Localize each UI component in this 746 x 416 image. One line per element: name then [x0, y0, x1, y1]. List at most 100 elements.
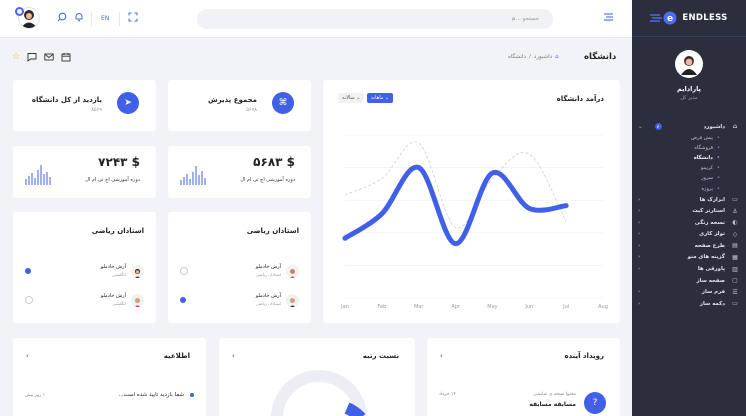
home-icon[interactable]: ⌂	[555, 54, 559, 60]
avatar	[286, 293, 299, 307]
notice-item[interactable]: شما بازدید تایید شده است...	[118, 392, 194, 398]
bell-icon[interactable]	[74, 12, 84, 26]
list-item[interactable]: آرش خادملو انگلیسی	[25, 263, 144, 279]
search-placeholder: جستجو ...	[515, 16, 539, 22]
svg-text:e: e	[667, 14, 673, 24]
radio-button-selected[interactable]	[25, 268, 31, 274]
list-item[interactable]: آرش خادملو انگلیسی	[25, 292, 144, 308]
profile-avatar[interactable]	[675, 50, 703, 78]
chevron-left-icon[interactable]: ‹	[440, 352, 443, 360]
teachers-card: استادان ریاضی آرش خادملو استادان ریاضی آر…	[168, 212, 311, 323]
sidebar-subitem[interactable]: کریپتو	[632, 163, 746, 173]
star-icon[interactable]: ☆	[12, 52, 20, 65]
menu-toggle-icon[interactable]	[603, 12, 614, 26]
sidebar-item-label: نسخه رنگی	[694, 219, 725, 226]
sidebar-item-label: داشبورد	[703, 123, 725, 130]
sidebar-item-label: پاورقی ها	[697, 266, 725, 273]
layout-icon: ▤	[732, 242, 738, 250]
card-title: اطلاعیه	[163, 352, 190, 360]
search-input[interactable]: جستجو ... ⌕	[197, 9, 553, 29]
sidebar-item-page-builder[interactable]: ▢ صفحه ساز	[632, 275, 746, 287]
event-desc: محتوا نسخه ی نمایشی	[533, 392, 576, 397]
chevron-down-icon: ⌄	[638, 123, 643, 130]
chevron-left-icon: ‹	[638, 289, 641, 296]
sidebar-item-menu-options[interactable]: ▦ گزینه های منو ‹	[632, 252, 746, 264]
notice-text: شما بازدید تایید شده است...	[118, 392, 184, 398]
radio-button[interactable]	[180, 267, 188, 275]
search-icon[interactable]	[57, 12, 67, 26]
chevron-left-icon: ‹	[638, 242, 641, 249]
footer-icon: ▥	[732, 265, 738, 273]
fullscreen-icon[interactable]	[128, 12, 138, 26]
sidebar-item-footers[interactable]: ▥ پاورقی ها ‹	[632, 263, 746, 275]
breadcrumb-item[interactable]: داشبورد	[534, 54, 552, 60]
rank-ratio-card: نسبت رتبه ‹	[219, 338, 415, 416]
sidebar-item-button-builder[interactable]: ▭ دکمه ساز ‹	[632, 298, 746, 310]
chevron-left-icon: ‹	[638, 196, 641, 203]
page-icon: ▢	[732, 277, 738, 285]
topbar: EN جستجو ... ⌕	[0, 0, 632, 38]
teacher-role: استادان ریاضی	[256, 301, 281, 306]
chat-icon[interactable]	[27, 52, 37, 65]
ratio-gauge	[271, 370, 367, 416]
radio-button-selected[interactable]	[180, 297, 186, 303]
stat-value: ۸۵۶۹	[91, 107, 102, 113]
search-icon: ⌕	[511, 14, 516, 23]
button-icon: ▭	[732, 300, 738, 308]
language-toggle[interactable]: EN	[101, 15, 109, 22]
help-icon[interactable]: ?	[584, 392, 606, 414]
sidebar-subitem-active[interactable]: دانشگاه	[632, 153, 746, 163]
x-tick-label: May	[487, 304, 497, 310]
sidebar-subitem[interactable]: پروژه	[632, 184, 746, 194]
brand-logo[interactable]: e ENDLESS	[632, 0, 746, 37]
sidebar-item-label: فرم ساز	[701, 289, 725, 296]
breadcrumb: ⌂ داشبورد / دانشگاه	[508, 54, 559, 60]
teacher-role: استادان ریاضی	[256, 272, 281, 277]
notices-card: اطلاعیه ‹ شما بازدید تایید شده است... ۱ …	[13, 338, 206, 416]
sidebar-item-form-builder[interactable]: ☰ فرم ساز ‹	[632, 286, 746, 298]
value-card: $ ۵۶۸۳ دوره آموزشی اچ تی ام ال	[168, 146, 311, 198]
divider	[91, 12, 92, 26]
value-amount: $ ۵۶۸۳	[253, 155, 295, 169]
avatar	[286, 264, 299, 278]
notice-time: ۱ روز پیش	[25, 393, 46, 398]
profile-name: پارادایم	[677, 85, 701, 93]
mail-icon[interactable]	[44, 52, 54, 65]
teacher-name: آرش خادملو	[100, 264, 126, 270]
chevron-left-icon: ‹	[638, 219, 641, 226]
sidebar-subitem[interactable]: سرور	[632, 173, 746, 183]
header-actions: ☆	[12, 52, 71, 65]
layers-icon: ◇	[732, 230, 738, 238]
sidebar-item-widgets[interactable]: ▭ ابزارک ها ‹	[632, 194, 746, 206]
sidebar-item-label: گزینه های منو	[687, 254, 725, 261]
x-tick-label: Mar	[414, 304, 424, 310]
send-icon[interactable]: ➤	[117, 92, 139, 114]
sidebar-item-starter[interactable]: ⚓ استارتر کیت ‹	[632, 205, 746, 217]
sidebar-subitem[interactable]: پیش فرض	[632, 133, 746, 143]
sidebar-item-layout[interactable]: ▤ طرح صفحه ‹	[632, 240, 746, 252]
card-title: رویداد آینده	[564, 352, 604, 360]
command-icon[interactable]: ⌘	[272, 92, 294, 114]
divider	[119, 12, 120, 26]
sidebar-item-dashboard[interactable]: ⌂ داشبورد ۶ ⌄	[632, 121, 746, 133]
sidebar-item-tools[interactable]: ◇ تولز کاری ‹	[632, 229, 746, 241]
sidebar-item-label: صفحه ساز	[696, 277, 725, 284]
calendar-icon[interactable]	[61, 52, 71, 65]
teacher-name: آرش خادملو	[100, 293, 126, 299]
teacher-name: آرش خادملو	[255, 264, 281, 270]
sidebar-menu: ⌂ داشبورد ۶ ⌄ پیش فرض فروشگاه دانشگاه کر…	[632, 121, 746, 310]
grid-icon: ▦	[732, 253, 738, 261]
list-item[interactable]: آرش خادملو استادان ریاضی	[180, 263, 299, 279]
monitor-icon: ▭	[732, 196, 738, 204]
chevron-left-icon[interactable]: ‹	[26, 352, 29, 360]
sidebar-subitem[interactable]: فروشگاه	[632, 143, 746, 153]
chevron-left-icon: ‹	[638, 266, 641, 273]
radio-button[interactable]	[25, 296, 33, 304]
teachers-card: استادان ریاضی آرش خادملو انگلیسی آرش خادم…	[13, 212, 156, 323]
event-date: ۱۴ خرداد	[439, 392, 456, 397]
list-item[interactable]: آرش خادملو استادان ریاضی	[180, 292, 299, 308]
chevron-left-icon: ‹	[638, 300, 641, 307]
card-title: استادان ریاضی	[91, 227, 144, 235]
sidebar-item-color[interactable]: ◐ نسخه رنگی ‹	[632, 217, 746, 229]
card-title: استادان ریاضی	[246, 227, 299, 235]
